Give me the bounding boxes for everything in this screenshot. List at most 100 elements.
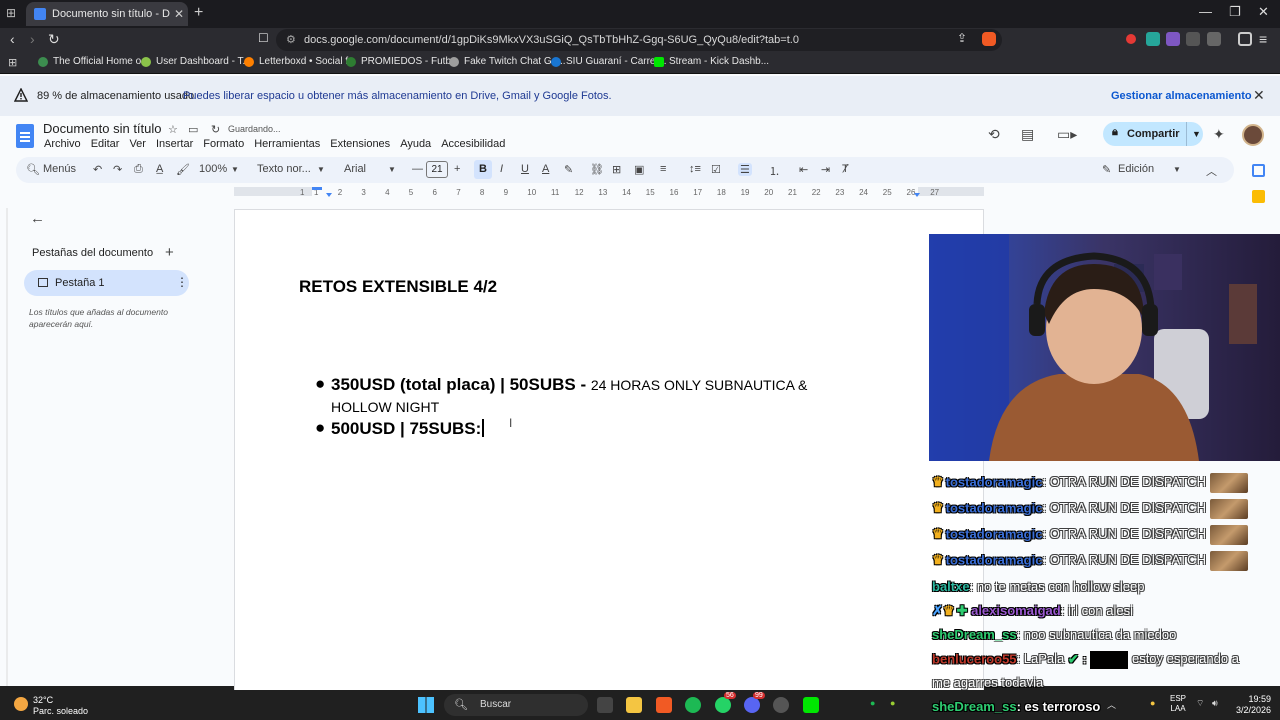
increase-indent-icon[interactable]: ⇥ [821,163,830,176]
extension-icon[interactable] [1146,32,1160,46]
close-tab-icon[interactable]: ✕ [170,7,188,21]
bookmark-item[interactable]: Stream - Kick Dashb... [654,56,769,67]
menu-accesibilidad[interactable]: Accesibilidad [441,138,505,150]
star-icon[interactable]: ☆ [168,123,178,136]
style-select[interactable]: Texto nor... [257,163,311,175]
tray-chevron-icon[interactable]: ︿ [1107,698,1116,711]
bookmark-item[interactable]: The Official Home o... [38,56,150,67]
tab-actions-icon[interactable]: ⊞ [6,6,16,20]
clear-format-icon[interactable]: Ⱦ [842,163,849,175]
obs-icon[interactable] [773,697,789,713]
spotify-icon[interactable] [685,697,701,713]
weather-widget[interactable]: 32°C Parc. soleado [33,695,88,717]
bookmark-item[interactable]: User Dashboard - T... [141,56,251,67]
weather-icon[interactable] [14,697,28,711]
tray-icon[interactable]: ● [1150,698,1155,708]
font-select[interactable]: Arial [344,163,366,175]
menu-archivo[interactable]: Archivo [44,138,81,150]
more-options-icon[interactable]: ⋮ [176,275,188,289]
tab-pestana-1[interactable]: Pestaña 1 ⋮ [24,270,189,296]
italic-button[interactable]: I [500,163,503,175]
new-tab-button[interactable]: + [194,4,203,22]
browser-tab-active[interactable]: Documento sin título - Documen ✕ [26,2,188,26]
meet-icon[interactable]: ▭▸ [1057,126,1077,143]
history-icon[interactable]: ⟲ [988,126,1000,143]
windows-start-icon[interactable] [418,697,434,713]
task-view-icon[interactable] [597,697,613,713]
volume-icon[interactable]: 🔊︎ [1212,698,1218,709]
document-page[interactable]: RETOS EXTENSIBLE 4/2 ● 350USD (total pla… [234,209,984,699]
search-menus-label[interactable]: Menús [43,163,76,175]
font-size-input[interactable]: 21 [426,161,448,178]
extension-icon[interactable] [1166,32,1180,46]
share-button[interactable]: 🔒︎ Compartir ▼ [1103,122,1203,146]
tray-spotify-icon[interactable]: ● [870,698,875,708]
extensions-icon[interactable] [1186,32,1200,46]
menu-formato[interactable]: Formato [203,138,244,150]
move-folder-icon[interactable]: ▭ [188,123,198,136]
bookmark-icon[interactable]: ☐ [258,31,269,45]
system-clock[interactable]: 19:59 3/2/2026 [1236,694,1271,716]
bookmark-item[interactable]: SIU Guaraní - Carrer... [551,56,667,67]
menu-ayuda[interactable]: Ayuda [400,138,431,150]
taskbar-search[interactable]: 🔍︎ Buscar [444,694,588,716]
forward-icon[interactable]: › [30,31,35,47]
redo-icon[interactable]: ↷ [113,163,122,176]
decrease-indent-icon[interactable]: ⇤ [799,163,808,176]
manage-storage-link[interactable]: Gestionar almacenamiento [1111,90,1252,102]
language-indicator[interactable]: ESP LAA [1170,694,1186,714]
highlight-icon[interactable]: ✎ [564,163,573,176]
bookmark-item[interactable]: PROMIEDOS - Futb... [346,56,459,67]
kick-icon[interactable] [803,697,819,713]
decrease-font-icon[interactable]: — [412,163,423,175]
wifi-icon[interactable]: ⌔ [1196,698,1204,709]
tray-icon[interactable]: ● [890,698,895,708]
line-spacing-icon[interactable]: ↕≡ [689,163,701,175]
underline-button[interactable]: U [521,163,529,175]
bold-button[interactable]: B [474,160,492,179]
apps-icon[interactable]: ⊞ [8,56,17,69]
comment-add-icon[interactable]: ⊞ [612,163,621,176]
docs-logo-icon[interactable] [16,124,34,148]
back-icon[interactable]: ‹ [10,31,15,47]
undo-icon[interactable]: ↶ [93,163,102,176]
image-icon[interactable]: ▣ [634,163,644,176]
record-icon[interactable] [1126,34,1136,44]
whatsapp-icon[interactable] [715,697,731,713]
sidebar-toggle-icon[interactable] [1238,32,1252,46]
gemini-icon[interactable]: ✦ [1213,126,1225,143]
increase-font-icon[interactable]: + [454,163,460,175]
paint-format-icon[interactable]: 🖌︎ [176,163,190,176]
keep-icon[interactable] [1252,190,1265,203]
menu-editar[interactable]: Editar [91,138,120,150]
link-icon[interactable]: ⛓ [590,163,604,176]
minimize-icon[interactable]: — [1199,4,1212,19]
share-page-icon[interactable]: ⇪ [957,31,967,45]
menu-insertar[interactable]: Insertar [156,138,193,150]
menu-extensiones[interactable]: Extensiones [330,138,390,150]
menu-ver[interactable]: Ver [129,138,146,150]
edit-mode-select[interactable]: Edición [1118,163,1154,175]
back-arrow-icon[interactable]: ← [30,210,45,227]
menu-icon[interactable]: ≡ [1259,31,1267,47]
file-explorer-icon[interactable] [626,697,642,713]
text-color-icon[interactable]: A [542,163,549,175]
wallet-icon[interactable] [1207,32,1221,46]
maximize-icon[interactable]: ❐ [1229,4,1241,20]
checklist-icon[interactable]: ☑ [711,163,721,176]
first-line-indent-icon[interactable] [312,187,322,190]
close-banner-icon[interactable]: ✕ [1253,87,1265,104]
print-icon[interactable]: ⎙ [134,163,143,176]
brave-browser-icon[interactable] [656,697,672,713]
discord-icon[interactable] [744,697,760,713]
bookmark-item[interactable]: Letterboxd • Social f... [244,56,356,67]
avatar[interactable] [1242,124,1264,146]
align-icon[interactable]: ≡ [660,163,666,175]
address-bar[interactable]: ⚙ docs.google.com/document/d/1gpDiKs9Mkx… [276,29,1002,51]
brave-shield-icon[interactable] [982,32,996,46]
add-tab-icon[interactable]: + [165,244,174,261]
share-dropdown-icon[interactable]: ▼ [1186,122,1201,146]
numbered-list-icon[interactable]: ⒈ [769,163,780,179]
zoom-select[interactable]: 100% [199,163,227,175]
comments-icon[interactable]: ▤ [1021,126,1034,143]
